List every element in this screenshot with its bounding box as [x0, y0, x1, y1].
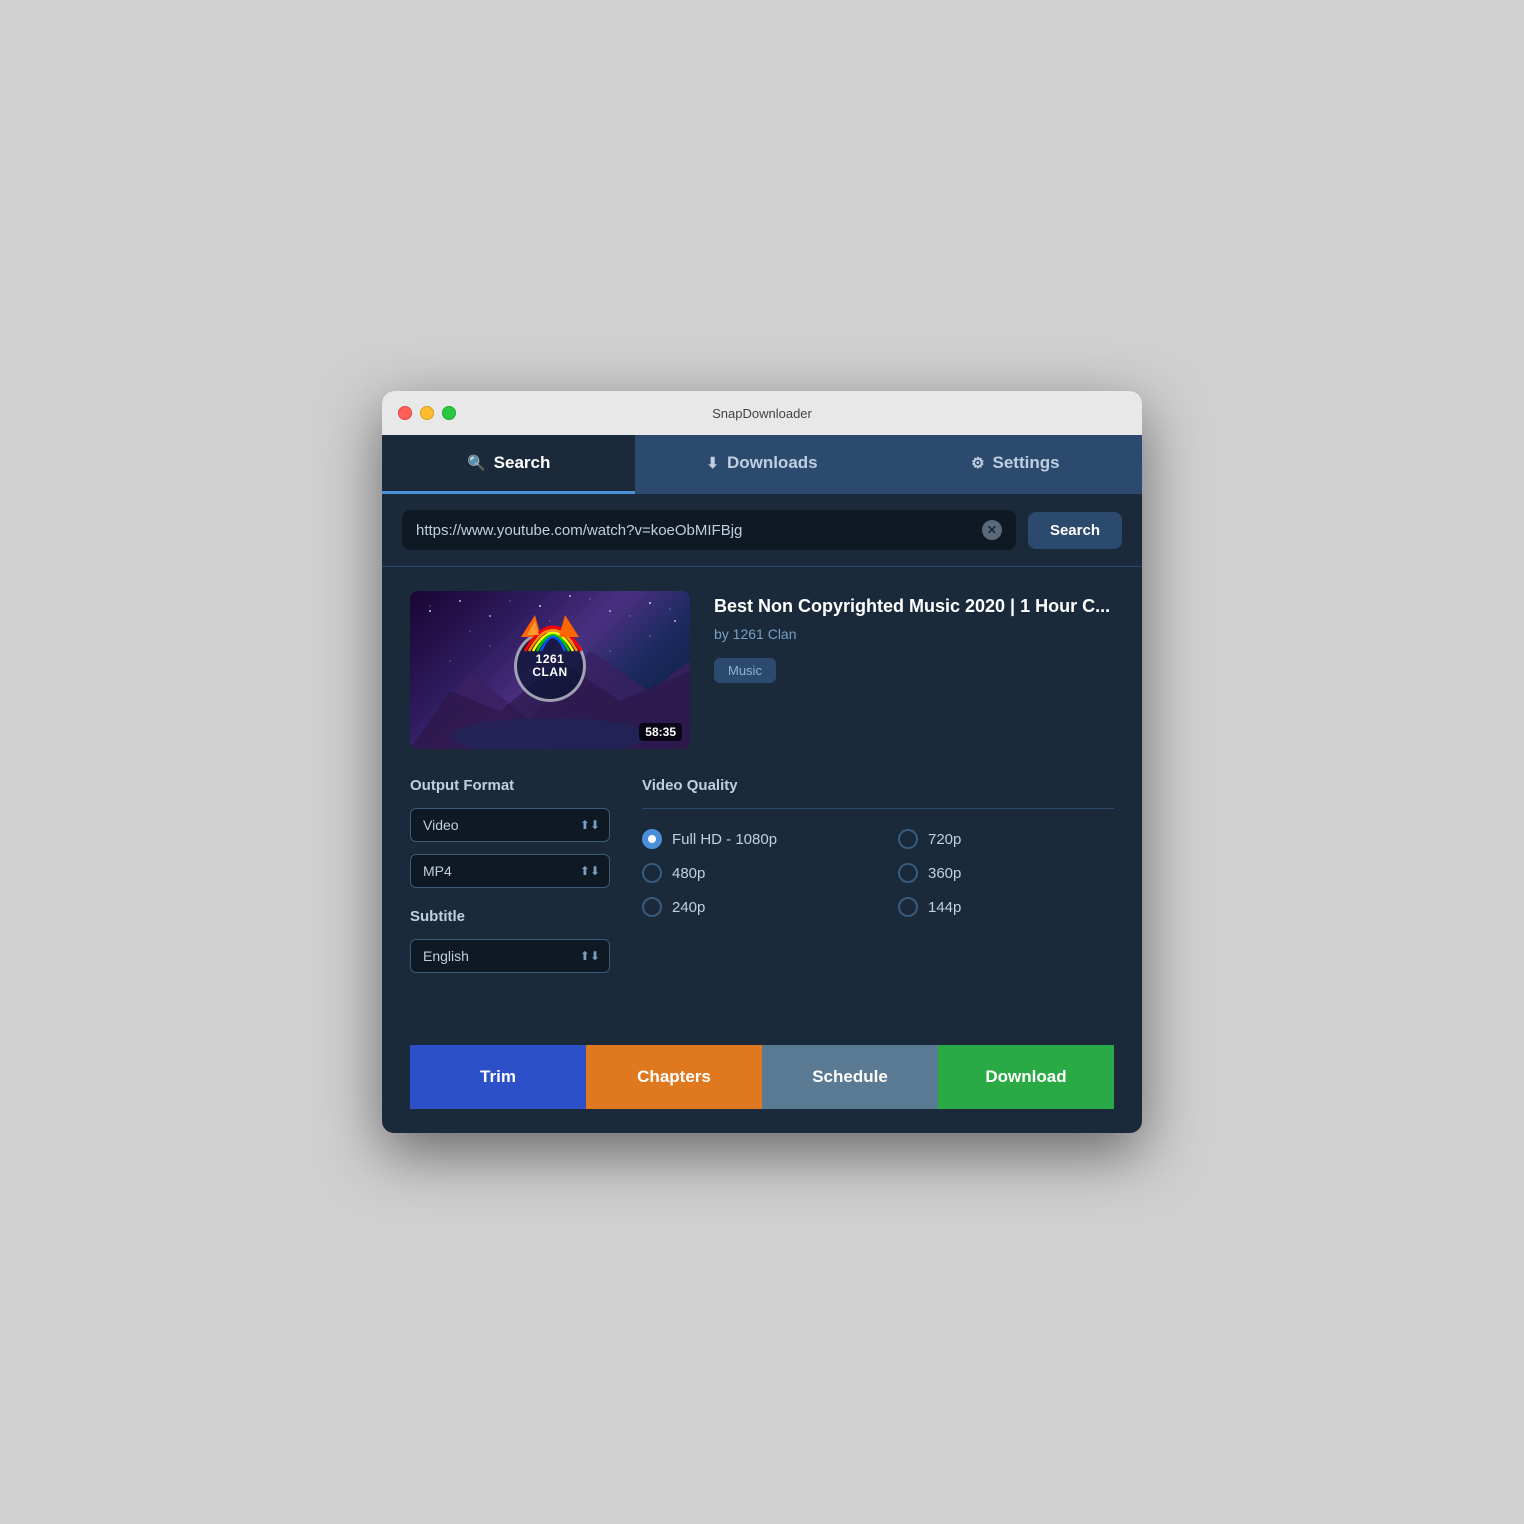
video-result: 1261 CLAN 58:35 Best Non Copyrighted Mus…: [410, 591, 1114, 749]
tab-downloads-label: Downloads: [727, 453, 818, 473]
options-row: Output Format Video Audio Subtitles ⬆⬇ M…: [410, 777, 1114, 985]
minimize-button[interactable]: [420, 406, 434, 420]
subtitle-label: Subtitle: [410, 908, 610, 925]
format-select[interactable]: Video Audio Subtitles: [410, 808, 610, 842]
quality-option-144p[interactable]: 144p: [898, 897, 1114, 917]
quality-section: Video Quality Full HD - 1080p 720p: [642, 777, 1114, 917]
video-info: Best Non Copyrighted Music 2020 | 1 Hour…: [714, 591, 1114, 749]
container-select-wrap: MP4 MKV AVI MOV ⬆⬇: [410, 854, 610, 888]
quality-label-360p: 360p: [928, 865, 961, 882]
container-select[interactable]: MP4 MKV AVI MOV: [410, 854, 610, 888]
quality-divider: [642, 808, 1114, 809]
channel-logo: 1261 CLAN: [510, 626, 590, 706]
bottom-bar: Trim Chapters Schedule Download: [410, 1045, 1114, 1109]
quality-option-720p[interactable]: 720p: [898, 829, 1114, 849]
radio-240p: [642, 897, 662, 917]
quality-option-480p[interactable]: 480p: [642, 863, 858, 883]
radio-1080p: [642, 829, 662, 849]
url-bar: ✕ Search: [382, 494, 1142, 567]
video-tag: Music: [714, 658, 776, 683]
quality-label-720p: 720p: [928, 831, 961, 848]
quality-option-1080p[interactable]: Full HD - 1080p: [642, 829, 858, 849]
quality-label-1080p: Full HD - 1080p: [672, 831, 777, 848]
schedule-button[interactable]: Schedule: [762, 1045, 938, 1109]
radio-480p: [642, 863, 662, 883]
video-author: by 1261 Clan: [714, 626, 1114, 642]
subtitle-select[interactable]: English None French Spanish: [410, 939, 610, 973]
settings-tab-icon: ⚙: [971, 454, 984, 472]
chapters-button[interactable]: Chapters: [586, 1045, 762, 1109]
tab-bar: 🔍 Search ⬇ Downloads ⚙ Settings: [382, 435, 1142, 494]
radio-360p: [898, 863, 918, 883]
download-button[interactable]: Download: [938, 1045, 1114, 1109]
quality-label: Video Quality: [642, 777, 1114, 794]
url-input[interactable]: [416, 522, 974, 539]
url-input-wrap: ✕: [402, 510, 1016, 550]
quality-label-240p: 240p: [672, 899, 705, 916]
search-button[interactable]: Search: [1028, 512, 1122, 549]
radio-144p: [898, 897, 918, 917]
app-window: SnapDownloader 🔍 Search ⬇ Downloads ⚙ Se…: [382, 391, 1142, 1133]
traffic-lights: [398, 406, 456, 420]
window-title: SnapDownloader: [712, 406, 812, 421]
ear-left: [527, 621, 539, 635]
format-section: Output Format Video Audio Subtitles ⬆⬇ M…: [410, 777, 610, 985]
subtitle-section: Subtitle English None French Spanish ⬆⬇: [410, 908, 610, 973]
logo-text: 1261 CLAN: [532, 653, 567, 679]
quality-option-240p[interactable]: 240p: [642, 897, 858, 917]
quality-option-360p[interactable]: 360p: [898, 863, 1114, 883]
tab-settings[interactable]: ⚙ Settings: [889, 435, 1142, 494]
video-duration: 58:35: [639, 723, 682, 741]
downloads-tab-icon: ⬇: [706, 454, 719, 472]
logo-circle: 1261 CLAN: [514, 630, 586, 702]
search-tab-icon: 🔍: [467, 454, 486, 472]
maximize-button[interactable]: [442, 406, 456, 420]
tab-search-label: Search: [494, 453, 551, 473]
video-title: Best Non Copyrighted Music 2020 | 1 Hour…: [714, 595, 1114, 618]
trim-button[interactable]: Trim: [410, 1045, 586, 1109]
tab-settings-label: Settings: [993, 453, 1060, 473]
subtitle-select-wrap: English None French Spanish ⬆⬇: [410, 939, 610, 973]
radio-720p: [898, 829, 918, 849]
format-select-wrap: Video Audio Subtitles ⬆⬇: [410, 808, 610, 842]
title-bar: SnapDownloader: [382, 391, 1142, 435]
output-format-label: Output Format: [410, 777, 610, 794]
quality-label-480p: 480p: [672, 865, 705, 882]
tab-downloads[interactable]: ⬇ Downloads: [635, 435, 888, 494]
content-area: 1261 CLAN 58:35 Best Non Copyrighted Mus…: [382, 567, 1142, 1133]
quality-grid: Full HD - 1080p 720p 480p: [642, 829, 1114, 917]
close-button[interactable]: [398, 406, 412, 420]
tab-search[interactable]: 🔍 Search: [382, 435, 635, 494]
clear-url-button[interactable]: ✕: [982, 520, 1002, 540]
quality-label-144p: 144p: [928, 899, 961, 916]
video-thumbnail: 1261 CLAN 58:35: [410, 591, 690, 749]
ear-right: [561, 621, 573, 635]
